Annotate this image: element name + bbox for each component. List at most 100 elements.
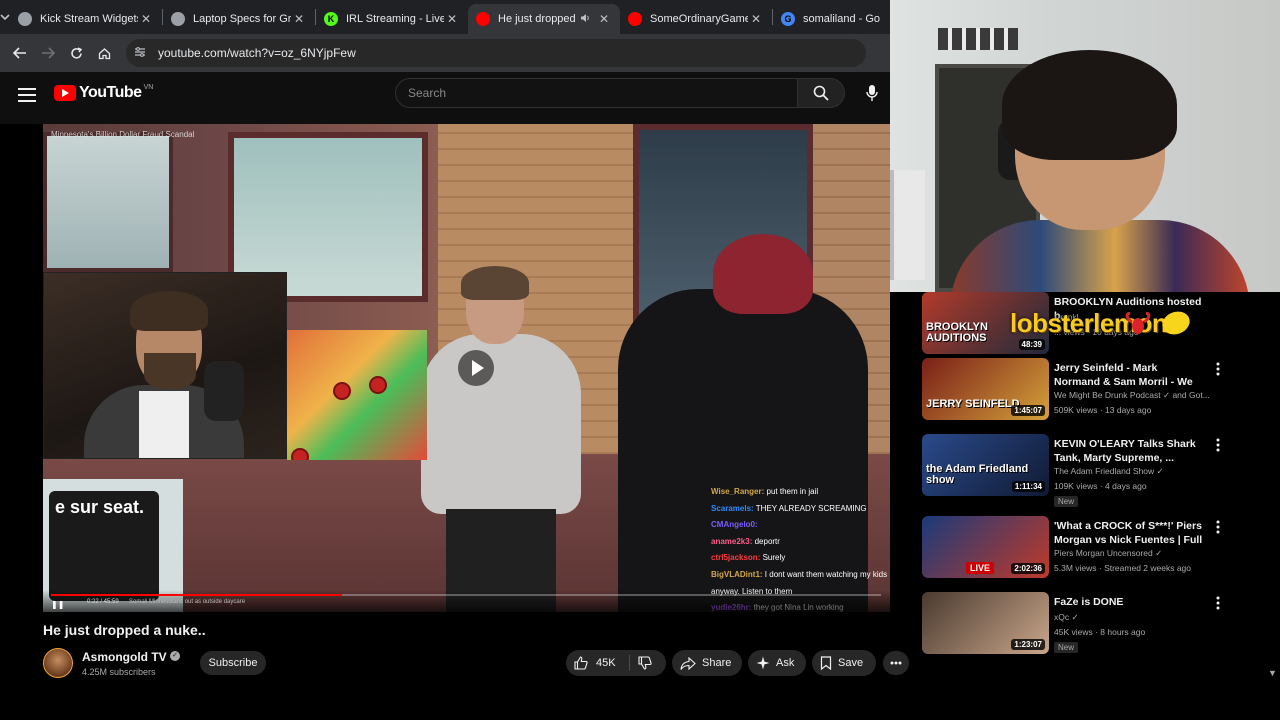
share-button[interactable]: Share — [672, 650, 742, 676]
close-icon[interactable]: ✕ — [444, 12, 460, 26]
chevron-down-icon — [0, 14, 10, 20]
more-vertical-icon[interactable] — [1214, 520, 1222, 534]
tabs-container: Kick Stream Widgets ✕ Laptop Specs for Gr ✕… — [10, 0, 925, 34]
subscribe-button[interactable]: Subscribe — [200, 651, 266, 675]
browser-tab[interactable]: Kick Stream Widgets ✕ — [10, 4, 162, 34]
browser-tab[interactable]: He just dropped ✕ — [468, 4, 620, 34]
tab-title: He just dropped — [498, 13, 576, 25]
recommended-channel-name[interactable]: We Might Be Drunk Podcast ✓ and Got... — [1054, 390, 1210, 401]
youtube-wordmark: YouTube — [79, 84, 142, 101]
live-badge: LIVE — [966, 562, 995, 574]
recommended-video-title[interactable]: Jerry Seinfeld - Mark Normand & Sam Morr… — [1054, 361, 1204, 389]
forward-button[interactable] — [34, 39, 62, 67]
site-info-icon[interactable] — [134, 46, 152, 60]
video-thumbnail[interactable]: JERRY SEINFELD 1:45:07 — [922, 358, 1049, 420]
search-button[interactable] — [798, 78, 845, 108]
subscriber-count: 4.25M subscribers — [82, 667, 156, 677]
browser-tab[interactable]: Laptop Specs for Gr ✕ — [163, 4, 315, 34]
voice-search-button[interactable] — [862, 82, 882, 104]
video-thumbnail[interactable]: LIVE 2:02:36 — [922, 516, 1049, 578]
browser-tab[interactable]: K IRL Streaming - Live ✕ — [316, 4, 468, 34]
chat-message: CMAngelo0: — [711, 517, 890, 534]
player-controls: ❚❚ 0:22 / 45:59 Somali Minnesotans out a… — [43, 590, 890, 612]
lobster-icon — [1123, 311, 1153, 342]
recommended-video-title[interactable]: FaZe is DONE — [1054, 595, 1204, 609]
tab-favicon-icon: K — [324, 12, 338, 26]
channel-name[interactable]: Asmongold TV — [82, 650, 167, 664]
microphone-icon — [866, 85, 878, 101]
close-icon[interactable]: ✕ — [138, 12, 154, 26]
chat-username: aname2k3: — [711, 536, 753, 546]
recommended-video-title[interactable]: KEVIN O'LEARY Talks Shark Tank, Marty Su… — [1054, 437, 1204, 465]
video-thumbnail[interactable]: 1:23:07 — [922, 592, 1049, 654]
chat-text: Surely — [762, 553, 786, 563]
recommended-video-meta: 45K views · 8 hours ago — [1054, 627, 1146, 637]
play-icon[interactable] — [458, 350, 494, 386]
more-vertical-icon[interactable] — [1214, 438, 1222, 452]
recommended-video[interactable]: 1:23:07 FaZe is DONE xQc ✓ 45K views · 8 ho… — [922, 592, 1222, 664]
tab-audio-icon[interactable] — [580, 13, 596, 26]
chapter-title[interactable]: Somali Minnesotans out as outside daycar… — [129, 599, 245, 605]
reload-button[interactable] — [62, 39, 90, 67]
new-badge: New — [1054, 642, 1079, 653]
chat-text: put them in jail — [766, 487, 819, 496]
recommended-channel-name[interactable]: The Adam Friedland Show ✓ — [1054, 466, 1164, 477]
time-display: 0:22 / 45:59 — [87, 599, 119, 605]
ask-button[interactable]: Ask — [748, 650, 806, 676]
pause-icon[interactable]: ❚❚ — [51, 600, 64, 609]
chat-text: THEY ALREADY SCREAMING — [755, 503, 867, 513]
chat-message: Wise_Ranger: put them in jail — [711, 484, 890, 501]
save-button[interactable]: Save — [812, 650, 876, 676]
chat-username: ctrl5jackson: — [711, 553, 761, 563]
dislike-button[interactable] — [630, 656, 666, 670]
save-label: Save — [838, 657, 864, 669]
tab-favicon-icon — [18, 12, 32, 26]
address-bar[interactable]: youtube.com/watch?v=oz_6NYjpFew — [126, 39, 866, 67]
chat-message: BigVLADint1: I dont want them watching m… — [711, 567, 890, 584]
background-shelf — [890, 170, 925, 280]
youtube-logo[interactable]: YouTube VN — [54, 84, 153, 102]
like-button[interactable]: 45K — [566, 655, 630, 671]
more-vertical-icon[interactable] — [1214, 596, 1222, 610]
video-scene-window — [43, 132, 173, 272]
close-icon[interactable]: ✕ — [291, 12, 307, 26]
video-duration: 1:11:34 — [1011, 481, 1045, 492]
search-input[interactable]: Search — [395, 78, 798, 108]
more-actions-button[interactable] — [883, 651, 909, 675]
video-duration: 48:39 — [1018, 339, 1045, 350]
reload-icon — [70, 46, 82, 59]
video-thumbnail[interactable]: the Adam Friedland show 1:11:34 — [922, 434, 1049, 496]
video-person-interviewer — [421, 266, 581, 612]
video-duration: 1:45:07 — [1011, 405, 1045, 416]
recommended-video[interactable]: LIVE 2:02:36 'What a CROCK of S***!' Piers… — [922, 516, 1222, 588]
browser-tab[interactable]: SomeOrdinaryGamer ✕ — [620, 4, 772, 34]
video-player[interactable]: e sur seat. Minnesota's Billion Dollar F… — [43, 124, 890, 612]
recommended-channel-name[interactable]: xQc ✓ — [1054, 612, 1079, 623]
streamer-hair — [1002, 50, 1177, 160]
menu-icon[interactable] — [18, 88, 36, 102]
video-title: He just dropped a nuke.. — [43, 622, 206, 638]
progress-bar[interactable] — [51, 594, 881, 596]
home-button[interactable] — [90, 39, 118, 67]
bookmark-icon — [820, 656, 832, 670]
recommended-video[interactable]: the Adam Friedland show 1:11:34 KEVIN O'LE… — [922, 434, 1222, 507]
scroll-down-arrow-icon[interactable]: ▼ — [1268, 668, 1277, 678]
close-icon[interactable]: ✕ — [596, 12, 612, 26]
close-icon[interactable]: ✕ — [748, 12, 764, 26]
recommended-channel-name[interactable]: Piers Morgan Uncensored ✓ — [1054, 548, 1162, 559]
recommended-video-title[interactable]: 'What a CROCK of S***!' Piers Morgan vs … — [1054, 519, 1204, 547]
video-overlay-title: Minnesota's Billion Dollar Fraud Scandal — [51, 130, 195, 139]
more-vertical-icon[interactable] — [1214, 362, 1222, 376]
url-text[interactable]: youtube.com/watch?v=oz_6NYjpFew — [158, 46, 356, 60]
arrow-right-icon — [42, 47, 55, 59]
channel-avatar[interactable] — [43, 648, 73, 678]
new-badge: New — [1054, 496, 1079, 507]
ask-label: Ask — [776, 657, 795, 669]
youtube-play-icon — [54, 85, 76, 101]
like-count: 45K — [596, 657, 616, 669]
tab-search-button[interactable] — [0, 0, 10, 34]
recommended-video[interactable]: JERRY SEINFELD 1:45:07 Jerry Seinfeld - Ma… — [922, 358, 1222, 430]
back-button[interactable] — [6, 39, 34, 67]
chat-text: deportr — [754, 536, 780, 546]
recommended-video-meta: 509K views · 13 days ago — [1054, 405, 1152, 415]
